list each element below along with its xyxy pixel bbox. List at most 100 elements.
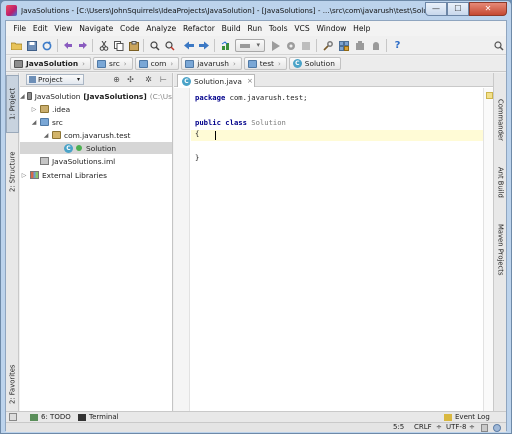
tab-event-log[interactable]: Event Log [444, 413, 490, 421]
breadcrumb-label: javarush [197, 59, 229, 68]
breadcrumb-project[interactable]: JavaSolution › [10, 57, 91, 70]
tree-label: JavaSolution [34, 91, 81, 101]
chevron-right-icon: ▷ [31, 105, 37, 113]
tree-item-idea[interactable]: ▷ .idea [20, 103, 172, 115]
code-line-1: package com.javarush.test; [195, 93, 308, 104]
tab-ant-build[interactable]: Ant Build [494, 157, 507, 207]
run-icon[interactable] [269, 39, 282, 52]
chevron-right-icon: ▷ [21, 171, 27, 179]
menu-code[interactable]: Code [117, 24, 143, 33]
tab-structure[interactable]: 2: Structure [6, 141, 19, 203]
lock-icon[interactable] [481, 424, 488, 432]
tab-favorites-label: 2: Favorites [8, 364, 17, 404]
file-encoding[interactable]: UTF-8 [446, 423, 466, 431]
android-icon[interactable] [369, 39, 382, 52]
menu-refactor[interactable]: Refactor [180, 24, 219, 33]
settings-icon[interactable] [321, 39, 334, 52]
menu-run[interactable]: Run [244, 24, 265, 33]
menu-analyze[interactable]: Analyze [143, 24, 180, 33]
project-view-label: Project [38, 75, 63, 84]
inspector-icon[interactable] [493, 424, 501, 432]
analysis-status-icon[interactable] [486, 92, 493, 99]
locate-icon[interactable]: ⊕ [112, 75, 121, 84]
keyword: class [220, 118, 247, 127]
menu-help[interactable]: Help [350, 24, 374, 33]
debug-icon[interactable] [284, 39, 297, 52]
menu-view[interactable]: View [51, 24, 76, 33]
open-folder-icon[interactable] [10, 39, 23, 52]
tab-maven-projects[interactable]: Maven Projects [494, 217, 507, 283]
tab-terminal[interactable]: Terminal [78, 413, 119, 421]
tree-item-iml[interactable]: JavaSolutions.iml [20, 155, 172, 167]
sync-icon[interactable] [40, 39, 53, 52]
menu-build[interactable]: Build [218, 24, 244, 33]
tree-item-solution[interactable]: C Solution [20, 142, 172, 154]
undo-icon[interactable] [62, 39, 75, 52]
menu-file[interactable]: File [10, 24, 30, 33]
tab-maven-label: Maven Projects [496, 224, 505, 276]
menu-vcs[interactable]: VCS [291, 24, 313, 33]
breadcrumb-label: JavaSolution [26, 59, 79, 68]
editor-tab-solution[interactable]: C Solution.java × [177, 74, 255, 87]
keyword: package [195, 93, 226, 102]
breadcrumb-com[interactable]: com › [134, 57, 180, 70]
menu-edit[interactable]: Edit [30, 24, 52, 33]
tab-project-label: 1: Project [8, 87, 17, 121]
tab-ant-build-label: Ant Build [496, 166, 505, 198]
chevron-down-icon: ÷ [469, 423, 475, 431]
collapse-all-icon[interactable]: ✣ [126, 75, 135, 84]
stop-icon[interactable] [299, 39, 312, 52]
breadcrumb-label: com [150, 59, 167, 68]
search-everywhere-icon[interactable] [492, 39, 505, 52]
module-file-icon [40, 157, 49, 165]
tab-commander[interactable]: Commander [494, 91, 507, 149]
menu-navigate[interactable]: Navigate [76, 24, 117, 33]
tab-project[interactable]: 1: Project [6, 75, 19, 133]
breadcrumb-solution[interactable]: C Solution [288, 57, 341, 70]
code-editor[interactable]: package com.javarush.test; public class … [191, 88, 483, 411]
back-icon[interactable] [182, 39, 195, 52]
current-line-highlight [191, 130, 483, 141]
tree-item-src[interactable]: ◢ src [20, 116, 172, 128]
breadcrumb-javarush[interactable]: javarush › [181, 57, 242, 70]
replace-icon[interactable] [163, 39, 176, 52]
make-project-icon[interactable] [219, 39, 232, 52]
minimize-button[interactable]: — [425, 2, 447, 16]
find-icon[interactable] [148, 39, 161, 52]
help-icon[interactable]: ? [391, 39, 404, 52]
close-button[interactable]: ✕ [469, 2, 507, 16]
hide-panel-icon[interactable]: ⊢ [159, 75, 168, 84]
menu-tools[interactable]: Tools [265, 24, 291, 33]
redo-icon[interactable] [76, 39, 89, 52]
gear-icon[interactable]: ✲ [144, 75, 153, 84]
code-line-3: public class Solution [195, 118, 286, 129]
tool-windows-toggle-icon[interactable] [9, 413, 17, 421]
code-line-6: } [195, 153, 199, 164]
tree-item-project-root[interactable]: ◢ JavaSolution [JavaSolutions] (C:\Us [20, 90, 172, 102]
save-icon[interactable] [25, 39, 38, 52]
maximize-button[interactable]: ☐ [447, 2, 469, 16]
tree-path-label: (C:\Us [149, 91, 172, 101]
class-icon: C [64, 143, 73, 153]
tree-item-package[interactable]: ◢ com.javarush.test [20, 129, 172, 141]
cut-icon[interactable] [97, 39, 110, 52]
breadcrumb-test[interactable]: test › [243, 57, 287, 70]
tree-item-external-libraries[interactable]: ▷ External Libraries [20, 169, 172, 181]
class-name: Solution [246, 118, 286, 127]
project-structure-icon[interactable] [337, 39, 350, 52]
tab-todo[interactable]: 6: TODO [30, 413, 71, 421]
forward-icon[interactable] [197, 39, 210, 52]
paste-icon[interactable] [127, 39, 140, 52]
tab-favorites[interactable]: 2: Favorites [6, 357, 19, 411]
project-view-selector[interactable]: Project ▾ [26, 74, 84, 85]
close-tab-icon[interactable]: × [247, 77, 253, 85]
line-separator[interactable]: CRLF [414, 423, 432, 431]
run-config-dropdown[interactable]: ▾ [235, 39, 265, 52]
copy-icon[interactable] [112, 39, 125, 52]
folder-icon [247, 59, 257, 68]
sdk-manager-icon[interactable] [353, 39, 366, 52]
chevron-right-icon: › [170, 59, 174, 68]
menu-window[interactable]: Window [313, 24, 350, 33]
caret-position[interactable]: 5:5 [393, 423, 404, 431]
breadcrumb-src[interactable]: src › [92, 57, 133, 70]
